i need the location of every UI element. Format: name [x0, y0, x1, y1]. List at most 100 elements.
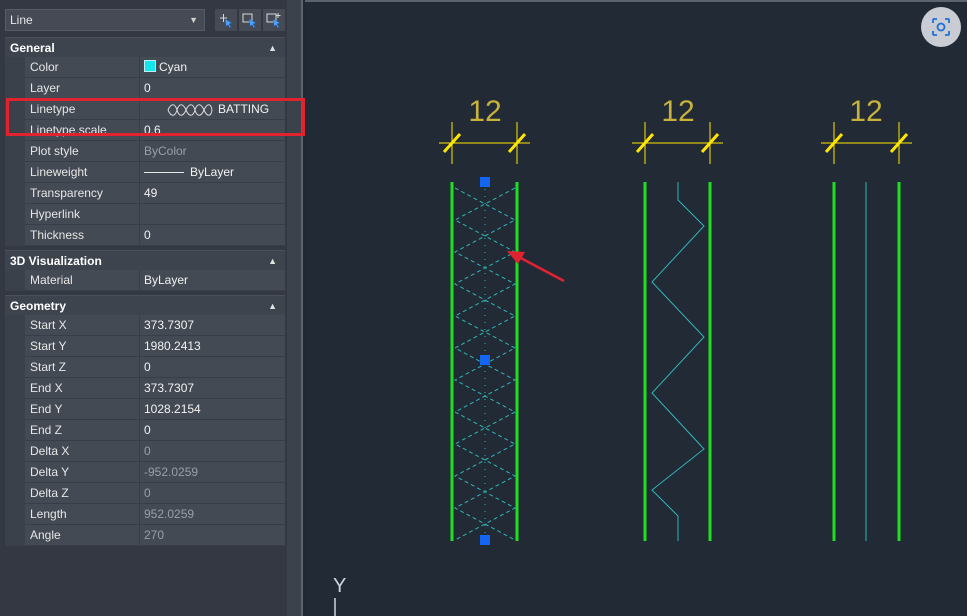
- chevron-down-icon[interactable]: ▼: [189, 10, 198, 30]
- row-gutter: [5, 378, 25, 399]
- wall-section-batting[interactable]: [450, 177, 519, 545]
- select-objects-icon: [220, 14, 233, 29]
- row-gutter: [5, 483, 25, 504]
- property-value[interactable]: ByLayer: [140, 270, 285, 291]
- object-type-selector[interactable]: Line ▼: [5, 9, 205, 31]
- screenshot-button[interactable]: [921, 7, 961, 47]
- toggle-pickadd-button[interactable]: [263, 9, 285, 31]
- property-value[interactable]: 373.7307: [140, 378, 285, 399]
- property-row-material[interactable]: Material ByLayer: [5, 270, 285, 291]
- wall-section-plain[interactable]: [832, 182, 901, 541]
- row-gutter: [5, 462, 25, 483]
- property-label: Material: [25, 270, 140, 291]
- property-row-end-z[interactable]: End Z 0: [5, 420, 285, 441]
- property-value: 0: [140, 483, 285, 504]
- divider-edge: [301, 0, 303, 616]
- property-label: End X: [25, 378, 140, 399]
- property-label: Layer: [25, 78, 140, 99]
- property-value[interactable]: 373.7307: [140, 315, 285, 336]
- toggle-pickadd-icon: [266, 13, 281, 29]
- color-swatch: [144, 60, 156, 72]
- dimension-text-1: 12: [468, 95, 501, 128]
- property-label: Delta Y: [25, 462, 140, 483]
- property-value[interactable]: 1980.2413: [140, 336, 285, 357]
- property-label: Start Y: [25, 336, 140, 357]
- property-row-transparency[interactable]: Transparency 49: [5, 183, 285, 204]
- palette-divider[interactable]: [287, 0, 303, 616]
- property-label: Angle: [25, 525, 140, 546]
- object-type-value: Line: [10, 13, 33, 27]
- grip-mid: [480, 355, 490, 365]
- drawing-canvas[interactable]: 12 12 12 Y: [305, 0, 967, 616]
- property-label: Delta X: [25, 441, 140, 462]
- property-value[interactable]: [140, 204, 285, 225]
- camera-scan-icon: [932, 18, 950, 36]
- property-value[interactable]: 1028.2154: [140, 399, 285, 420]
- property-label: Start Z: [25, 357, 140, 378]
- wall-section-zigzag[interactable]: [643, 182, 712, 541]
- quick-select-button[interactable]: [239, 9, 261, 31]
- row-gutter: [5, 315, 25, 336]
- property-label: Thickness: [25, 225, 140, 246]
- grip-start: [480, 177, 490, 187]
- property-value[interactable]: 0: [140, 357, 285, 378]
- property-row-plot-style[interactable]: Plot style ByColor: [5, 141, 285, 162]
- grip-end: [480, 535, 490, 545]
- property-label: Delta Z: [25, 483, 140, 504]
- section-title: 3D Visualization: [10, 254, 102, 268]
- property-row-thickness[interactable]: Thickness 0: [5, 225, 285, 246]
- collapse-caret-icon[interactable]: ▲: [268, 251, 277, 271]
- section-general[interactable]: General ▲: [5, 37, 285, 57]
- collapse-caret-icon[interactable]: ▲: [268, 296, 277, 316]
- property-row-layer[interactable]: Layer 0: [5, 78, 285, 99]
- highlight-box: [6, 98, 305, 136]
- row-gutter: [5, 162, 25, 183]
- property-label: Start X: [25, 315, 140, 336]
- property-row-start-y[interactable]: Start Y 1980.2413: [5, 336, 285, 357]
- property-label: Color: [25, 57, 140, 78]
- collapse-caret-icon[interactable]: ▲: [268, 38, 277, 58]
- property-row-start-z[interactable]: Start Z 0: [5, 357, 285, 378]
- property-value: 270: [140, 525, 285, 546]
- color-value: Cyan: [159, 60, 188, 74]
- section-title: Geometry: [10, 299, 67, 313]
- section-title: General: [10, 41, 55, 55]
- row-gutter: [5, 525, 25, 546]
- select-objects-button[interactable]: [215, 9, 237, 31]
- property-value[interactable]: 0: [140, 420, 285, 441]
- section-geometry[interactable]: Geometry ▲: [5, 295, 285, 315]
- row-gutter: [5, 420, 25, 441]
- property-row-hyperlink[interactable]: Hyperlink: [5, 204, 285, 225]
- property-label: Transparency: [25, 183, 140, 204]
- row-gutter: [5, 357, 25, 378]
- dimension-text-2: 12: [661, 95, 694, 128]
- property-value-lineweight[interactable]: ByLayer: [140, 162, 285, 183]
- lineweight-preview-icon: [144, 172, 184, 174]
- property-value[interactable]: 0: [140, 78, 285, 99]
- section-3d-visualization[interactable]: 3D Visualization ▲: [5, 250, 285, 270]
- property-row-delta-y: Delta Y -952.0259: [5, 462, 285, 483]
- property-value[interactable]: 49: [140, 183, 285, 204]
- row-gutter: [5, 504, 25, 525]
- dimension-1[interactable]: [439, 122, 530, 164]
- property-value-color[interactable]: Cyan: [140, 57, 285, 78]
- dimension-2[interactable]: [632, 122, 723, 164]
- dimension-3[interactable]: [821, 122, 912, 164]
- row-gutter: [5, 141, 25, 162]
- row-gutter: [5, 399, 25, 420]
- property-row-lineweight[interactable]: Lineweight ByLayer: [5, 162, 285, 183]
- property-row-end-y[interactable]: End Y 1028.2154: [5, 399, 285, 420]
- property-row-end-x[interactable]: End X 373.7307: [5, 378, 285, 399]
- property-row-length: Length 952.0259: [5, 504, 285, 525]
- property-row-angle: Angle 270: [5, 525, 285, 546]
- property-row-start-x[interactable]: Start X 373.7307: [5, 315, 285, 336]
- lineweight-value: ByLayer: [190, 165, 235, 179]
- row-gutter: [5, 57, 25, 78]
- property-value[interactable]: ByColor: [140, 141, 285, 162]
- property-value[interactable]: 0: [140, 225, 285, 246]
- drawing-svg: 12 12 12 Y: [333, 95, 912, 616]
- row-gutter: [5, 336, 25, 357]
- property-row-color[interactable]: Color Cyan: [5, 57, 285, 78]
- row-gutter: [5, 204, 25, 225]
- property-value: -952.0259: [140, 462, 285, 483]
